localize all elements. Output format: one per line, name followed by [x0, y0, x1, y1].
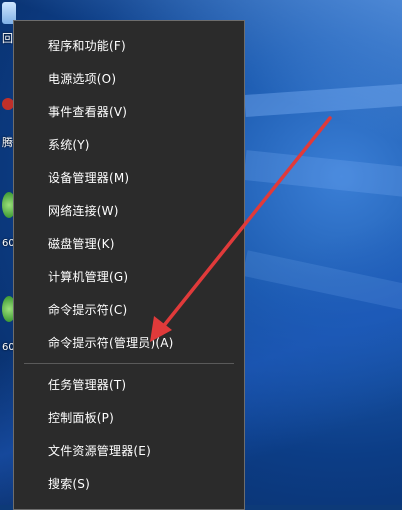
annotation-arrow	[150, 116, 332, 342]
